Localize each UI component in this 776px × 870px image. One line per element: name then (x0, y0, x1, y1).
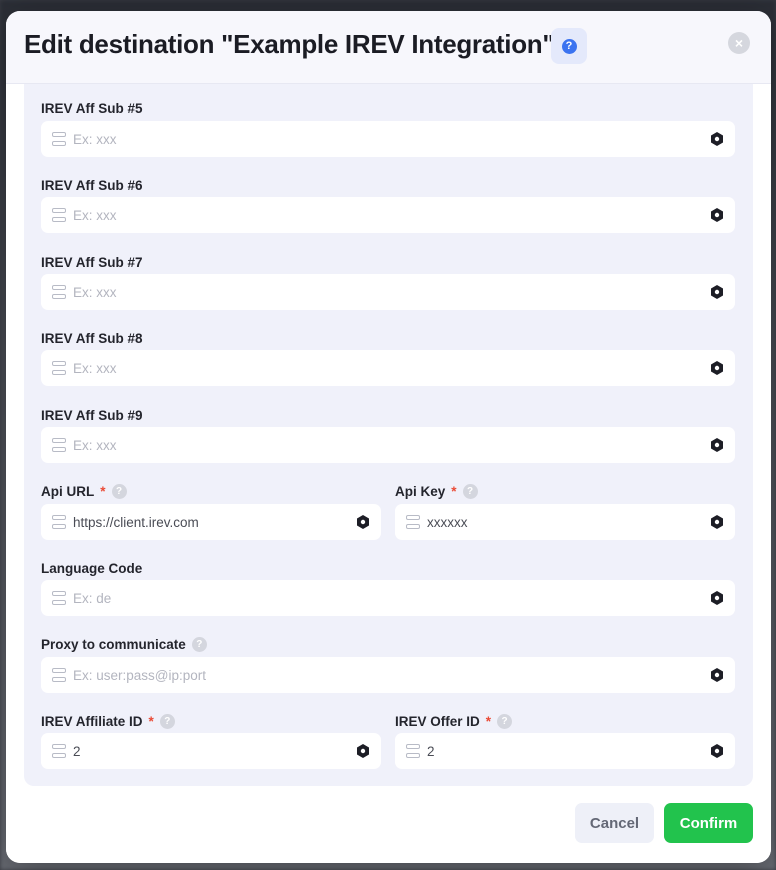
offer-id-value: 2 (427, 743, 435, 759)
aff-sub-7-label: IREV Aff Sub #7 (41, 255, 143, 270)
language-code-label: Language Code (41, 561, 143, 576)
affiliate-id-input[interactable]: 2 (41, 733, 381, 769)
modal-footer (6, 803, 771, 863)
language-code-input[interactable]: Ex: de (41, 580, 735, 616)
question-circle-icon[interactable]: ? (462, 484, 478, 499)
server-stack-icon (52, 668, 66, 682)
hexagon-dot-icon[interactable] (709, 590, 725, 606)
language-code-placeholder: Ex: de (73, 590, 112, 606)
aff-sub-7-placeholder: Ex: xxx (73, 284, 117, 300)
aff-sub-6-placeholder: Ex: xxx (73, 207, 117, 223)
server-stack-icon (406, 744, 420, 758)
aff-sub-8-label: IREV Aff Sub #8 (41, 331, 143, 346)
aff-sub-9-input[interactable]: Ex: xxx (41, 427, 735, 463)
title-help-button[interactable]: ? (551, 28, 587, 64)
server-stack-icon (52, 438, 66, 452)
server-stack-icon (406, 515, 420, 529)
aff-sub-9-placeholder: Ex: xxx (73, 437, 117, 453)
server-stack-icon (52, 132, 66, 146)
server-stack-icon (52, 591, 66, 605)
question-icon: ? (561, 38, 577, 54)
proxy-label: Proxy to communicate ? (41, 637, 207, 652)
api-key-input[interactable]: xxxxxx (395, 504, 735, 540)
modal-title: Edit destination "Example IREV Integrati… (24, 29, 555, 59)
offer-id-label: IREV Offer ID * ? (395, 714, 513, 729)
required-marker: * (451, 484, 457, 499)
required-marker: * (148, 714, 154, 729)
aff-sub-6-input[interactable]: Ex: xxx (41, 197, 735, 233)
hexagon-dot-icon[interactable] (355, 514, 371, 530)
proxy-placeholder: Ex: user:pass@ip:port (73, 667, 207, 683)
hexagon-dot-icon[interactable] (709, 131, 725, 147)
hexagon-dot-icon[interactable] (709, 743, 725, 759)
hexagon-dot-icon[interactable] (709, 514, 725, 530)
api-url-input[interactable]: https://client.irev.com (41, 504, 381, 540)
aff-sub-5-input[interactable]: Ex: xxx (41, 121, 735, 157)
form-panel: IREV Aff Sub #5 Ex: xxx IREV Aff Sub #6 … (24, 84, 753, 786)
hexagon-dot-icon[interactable] (709, 207, 725, 223)
aff-sub-9-label: IREV Aff Sub #9 (41, 408, 143, 423)
api-url-value: https://client.irev.com (73, 514, 199, 530)
confirm-button[interactable]: Confirm (664, 803, 753, 843)
proxy-input[interactable]: Ex: user:pass@ip:port (41, 657, 735, 693)
offer-id-input[interactable]: 2 (395, 733, 735, 769)
api-key-label: Api Key * ? (395, 484, 478, 499)
required-marker: * (485, 714, 492, 729)
aff-sub-7-input[interactable]: Ex: xxx (41, 274, 735, 310)
edit-destination-modal: Edit destination "Example IREV Integrati… (6, 11, 771, 863)
question-circle-icon[interactable]: ? (111, 484, 127, 499)
aff-sub-8-placeholder: Ex: xxx (73, 360, 117, 376)
api-key-value: xxxxxx (427, 514, 468, 530)
aff-sub-8-input[interactable]: Ex: xxx (41, 350, 735, 386)
server-stack-icon (52, 285, 66, 299)
aff-sub-5-placeholder: Ex: xxx (73, 131, 117, 147)
server-stack-icon (52, 361, 66, 375)
aff-sub-6-label: IREV Aff Sub #6 (41, 178, 143, 193)
required-marker: * (100, 484, 106, 499)
modal-header: Edit destination "Example IREV Integrati… (6, 11, 771, 84)
api-url-label: Api URL * ? (41, 484, 127, 499)
hexagon-dot-icon[interactable] (709, 360, 725, 376)
hexagon-dot-icon[interactable] (355, 743, 371, 759)
question-circle-icon[interactable]: ? (191, 637, 207, 652)
close-button[interactable]: × (728, 32, 750, 54)
server-stack-icon (52, 208, 66, 222)
affiliate-id-value: 2 (73, 743, 81, 759)
affiliate-id-label: IREV Affiliate ID * ? (41, 714, 175, 729)
server-stack-icon (52, 744, 66, 758)
hexagon-dot-icon[interactable] (709, 667, 725, 683)
aff-sub-5-label: IREV Aff Sub #5 (41, 101, 143, 116)
hexagon-dot-icon[interactable] (709, 437, 725, 453)
question-circle-icon[interactable]: ? (497, 714, 513, 729)
cancel-button[interactable]: Cancel (575, 803, 654, 843)
hexagon-dot-icon[interactable] (709, 284, 725, 300)
server-stack-icon (52, 515, 66, 529)
question-circle-icon[interactable]: ? (159, 714, 175, 729)
